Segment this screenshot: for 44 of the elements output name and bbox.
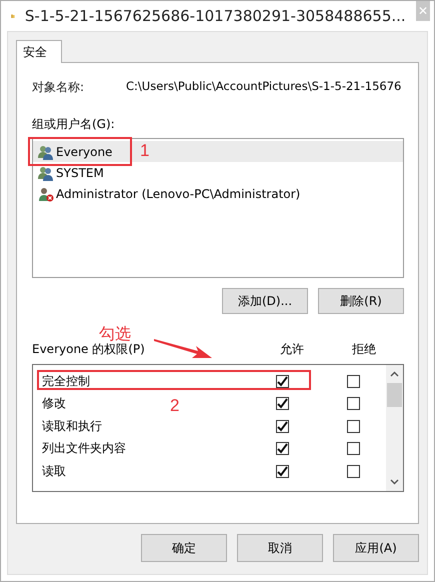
user-name: Administrator (Lenovo-PC\Administrator) (56, 186, 300, 200)
user-name: SYSTEM (56, 166, 104, 180)
users-icon (38, 164, 54, 180)
user-item[interactable]: SYSTEM (33, 162, 403, 183)
scroll-down-icon[interactable] (390, 479, 399, 485)
permission-name: 读取和执行 (42, 418, 102, 435)
object-name-label: 对象名称: (32, 79, 86, 96)
permission-name: 列出文件夹内容 (42, 440, 126, 458)
allow-checkbox[interactable] (276, 442, 289, 456)
groups-label: 组或用户名(G): (32, 116, 116, 132)
deny-checkbox[interactable] (347, 374, 360, 388)
scrollbar[interactable] (386, 365, 403, 491)
dialog-button[interactable]: 删除(R) (318, 288, 404, 314)
deny-checkbox[interactable] (347, 464, 360, 478)
annotation-text: 勾选 (99, 324, 131, 343)
dialog-button[interactable]: 确定 (141, 534, 227, 562)
annotation-number: 1 (140, 141, 150, 161)
scroll-thumb[interactable] (387, 383, 402, 407)
deny-checkbox[interactable] (347, 397, 360, 410)
annotation-arrow (154, 338, 212, 360)
object-name-value: C:\Users\Public\AccountPictures\S-1-5-21-15676 (126, 79, 402, 95)
deny-checkbox[interactable] (347, 420, 360, 433)
user-item[interactable]: Administrator (Lenovo-PC\Administrator) (33, 183, 403, 204)
user-denied-icon (38, 186, 54, 202)
allow-checkbox[interactable] (276, 397, 289, 410)
dialog-button[interactable]: 添加(D)... (222, 288, 308, 314)
annotation-number: 2 (170, 396, 180, 416)
window-title: S-1-5-21-1567625686-1017380291-3058488655... (24, 7, 406, 25)
dialog-button[interactable]: 取消 (237, 534, 323, 562)
permission-name: 完全控制 (42, 372, 90, 390)
users-icon (38, 144, 54, 160)
allow-checkbox[interactable] (276, 464, 289, 478)
allow-header: 允许 (280, 341, 305, 358)
deny-header: 拒绝 (352, 341, 377, 358)
dialog-button[interactable]: 应用(A) (333, 534, 419, 562)
allow-checkbox[interactable] (276, 374, 289, 388)
permission-name: 修改 (42, 395, 66, 412)
deny-checkbox[interactable] (347, 442, 360, 456)
user-name: Everyone (56, 144, 112, 158)
permissions-label: Everyone 的权限(P) (32, 342, 145, 358)
permission-name: 读取 (42, 462, 66, 480)
scroll-up-icon[interactable] (390, 371, 399, 377)
allow-checkbox[interactable] (276, 420, 289, 433)
tab[interactable]: 安全 (16, 40, 62, 63)
